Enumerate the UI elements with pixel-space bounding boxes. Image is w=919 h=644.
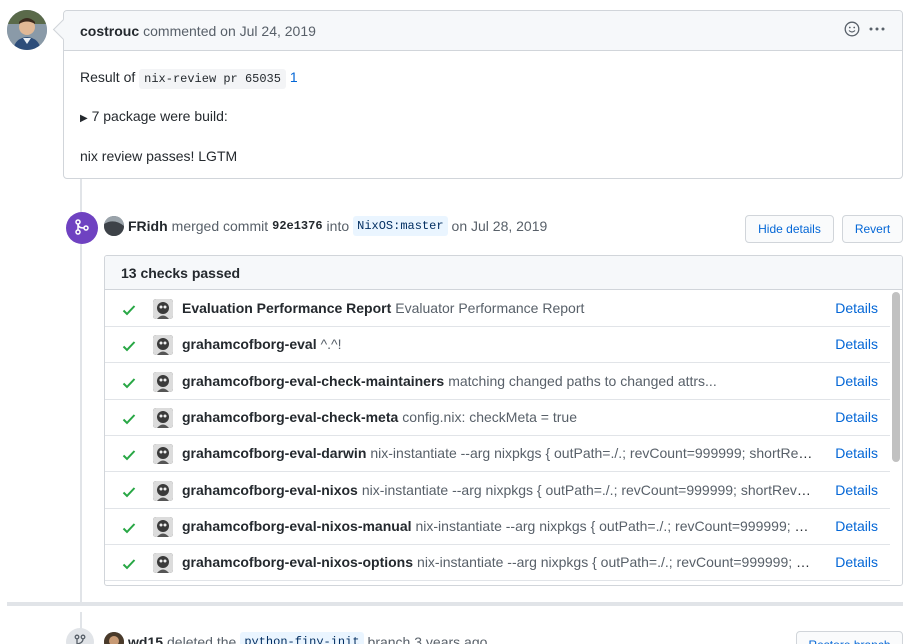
ofborg-avatar-icon xyxy=(153,407,173,428)
deleted-branch-name: python-finy-init xyxy=(240,632,364,644)
check-details-link[interactable]: Details xyxy=(835,373,878,389)
hide-details-button[interactable]: Hide details xyxy=(745,215,834,243)
merge-author[interactable]: FRidh xyxy=(128,218,168,234)
check-text: Evaluation Performance Report Evaluator P… xyxy=(182,300,814,316)
check-success-icon xyxy=(122,521,136,534)
check-name: grahamcofborg-eval-nixos xyxy=(182,481,358,498)
check-description: nix-instantiate --arg nixpkgs { outPath=… xyxy=(361,481,814,498)
check-row: grahamcofborg-eval-nixos-options nix-inst… xyxy=(105,545,890,582)
avatar-wd15[interactable] xyxy=(104,632,124,644)
ofborg-avatar-icon xyxy=(153,299,173,319)
check-text: grahamcofborg-eval-check-meta config.nix:… xyxy=(182,409,814,425)
result-prefix: Result of xyxy=(80,69,136,85)
check-success-icon xyxy=(122,557,136,570)
check-details-link[interactable]: Details xyxy=(835,336,878,352)
target-branch[interactable]: NixOS:master xyxy=(353,216,448,236)
check-row: Evaluation Performance Report Evaluator P… xyxy=(105,291,890,327)
check-success-icon xyxy=(122,339,136,352)
check-description: nix-instantiate --arg nixpkgs { outPath=… xyxy=(370,445,814,462)
checks-scrollbar[interactable] xyxy=(892,292,900,462)
avatar-fridh[interactable] xyxy=(104,216,124,236)
check-row: grahamcofborg-eval-nixos-manual nix-insta… xyxy=(105,509,890,545)
check-details-link[interactable]: Details xyxy=(835,554,878,570)
result-link[interactable]: 1 xyxy=(290,69,298,85)
check-text: grahamcofborg-eval-check-maintainers matc… xyxy=(182,373,814,389)
packages-summary[interactable]: ▶ 7 package were build: xyxy=(80,106,886,129)
check-row: grahamcofborg-eval-check-maintainers matc… xyxy=(105,364,890,400)
ofborg-avatar-icon xyxy=(153,480,173,501)
ofborg-avatar-icon xyxy=(153,516,173,537)
check-name: grahamcofborg-eval-nixos-options xyxy=(182,554,414,571)
check-text: grahamcofborg-eval-nixos-manual nix-insta… xyxy=(182,518,814,534)
check-name: grahamcofborg-eval xyxy=(182,336,317,353)
comment-header: costrouc commented on Jul 24, 2019 xyxy=(64,11,902,51)
check-success-icon xyxy=(122,448,136,461)
merge-into: into xyxy=(326,218,350,234)
deleted-author[interactable]: wd15 xyxy=(128,634,163,644)
check-name: grahamcofborg-eval-nixos-manual xyxy=(182,517,412,534)
deleted-action: deleted the xyxy=(167,634,237,644)
branch-badge xyxy=(66,628,94,644)
check-name: Evaluation Performance Report xyxy=(182,300,392,316)
check-details-link[interactable]: Details xyxy=(835,300,878,316)
check-details-link[interactable]: Details xyxy=(835,482,878,498)
comment-card: costrouc commented on Jul 24, 2019 Resul… xyxy=(63,10,903,179)
check-row: grahamcofborg-eval ^.^! Details xyxy=(105,327,890,364)
merge-action: merged commit xyxy=(171,218,269,234)
check-description: ^.^! xyxy=(320,336,342,353)
comment-body: Result of nix-review pr 65035 1 ▶ 7 pack… xyxy=(64,51,902,199)
disclosure-triangle-icon[interactable]: ▶ xyxy=(80,113,88,124)
commit-sha[interactable]: 92e1376 xyxy=(272,219,322,233)
check-row: grahamcofborg-eval-nixos nix-instantiate … xyxy=(105,473,890,509)
packages-summary-text[interactable]: 7 package were build: xyxy=(92,108,228,124)
conclusion-text: nix review passes! LGTM xyxy=(80,148,238,164)
result-code: nix-review pr 65035 xyxy=(139,69,286,89)
checks-header: 13 checks passed xyxy=(105,256,902,290)
merge-event: FRidh merged commit 92e1376 into NixOS:m… xyxy=(104,216,551,236)
check-success-icon xyxy=(122,485,136,497)
kebab-menu-icon[interactable] xyxy=(868,21,886,40)
comment-author[interactable]: costrouc xyxy=(80,23,139,39)
check-text: grahamcofborg-eval-darwin nix-instantiate… xyxy=(182,445,814,461)
ofborg-avatar-icon xyxy=(153,335,173,356)
ofborg-avatar-icon xyxy=(153,553,173,574)
checks-panel: 13 checks passed Evaluation Performance … xyxy=(104,255,903,586)
check-details-link[interactable]: Details xyxy=(835,445,878,461)
check-success-icon xyxy=(122,303,136,316)
git-branch-icon xyxy=(74,634,86,644)
check-text: grahamcofborg-eval-nixos nix-instantiate … xyxy=(182,482,814,498)
ofborg-avatar-icon xyxy=(153,371,173,392)
check-success-icon xyxy=(122,376,136,389)
comment-timestamp[interactable]: commented on Jul 24, 2019 xyxy=(143,23,316,39)
check-text: grahamcofborg-eval ^.^! xyxy=(182,336,814,352)
avatar-costrouc[interactable] xyxy=(7,10,47,50)
git-merge-icon xyxy=(75,218,89,238)
check-success-icon xyxy=(122,412,136,425)
check-row: grahamcofborg-eval-darwin nix-instantiate… xyxy=(105,436,890,473)
check-description: matching changed paths to changed attrs.… xyxy=(448,372,717,389)
deleted-branch-event: wd15 deleted the python-finy-init branch… xyxy=(104,632,487,644)
check-description: config.nix: checkMeta = true xyxy=(402,408,577,425)
check-details-link[interactable]: Details xyxy=(835,409,878,425)
result-line: Result of nix-review pr 65035 1 xyxy=(80,67,886,89)
ofborg-avatar-icon xyxy=(153,444,173,465)
check-name: grahamcofborg-eval-darwin xyxy=(182,445,367,462)
check-description: nix-instantiate --arg nixpkgs { outPath=… xyxy=(415,517,815,534)
check-details-link[interactable]: Details xyxy=(835,518,878,534)
merge-date[interactable]: on Jul 28, 2019 xyxy=(452,218,548,234)
check-name: grahamcofborg-eval-check-meta xyxy=(182,408,399,425)
check-description: Evaluator Performance Report xyxy=(395,300,585,316)
check-name: grahamcofborg-eval-check-maintainers xyxy=(182,372,445,389)
add-reaction-icon[interactable] xyxy=(844,21,860,40)
check-text: grahamcofborg-eval-nixos-options nix-inst… xyxy=(182,554,814,570)
timeline-divider xyxy=(7,602,903,606)
check-description: nix-instantiate --arg nixpkgs { outPath=… xyxy=(417,554,814,571)
revert-button[interactable]: Revert xyxy=(842,215,903,243)
check-row: grahamcofborg-eval-check-meta config.nix:… xyxy=(105,400,890,436)
deleted-suffix: branch 3 years ago xyxy=(367,634,488,644)
merge-badge xyxy=(66,212,98,244)
restore-branch-button[interactable]: Restore branch xyxy=(796,631,903,644)
